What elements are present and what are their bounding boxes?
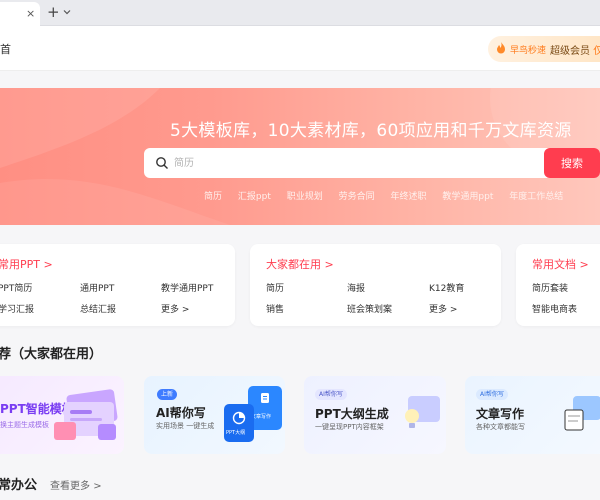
category-card-common-ppt: 常用PPT > PPT简历 通用PPT 教学通用PPT 学习汇报 总结汇报 更多… <box>0 244 235 326</box>
category-item[interactable]: 简历 <box>266 281 284 294</box>
ai-badge: AI帮你写 <box>315 389 347 400</box>
hot-tag[interactable]: 职业规划 <box>287 192 323 202</box>
feature-card-ppt-template[interactable]: PPT智能模板 换主题生成模板 <box>0 376 124 454</box>
chevron-right-icon: > <box>181 305 190 315</box>
hero-banner: 5大模板库，10大素材库，60项应用和千万文库资源 搜索 简历 汇报ppt 职业… <box>0 88 600 225</box>
hot-tag[interactable]: 汇报ppt <box>238 192 271 202</box>
chevron-right-icon: > <box>43 258 53 271</box>
browser-tab[interactable]: × <box>0 2 40 26</box>
category-title: 常用PPT <box>0 258 40 271</box>
chevron-right-icon: > <box>324 258 334 271</box>
site-header: 首 早鸟秒速 超级会员 仅9 <box>0 26 600 71</box>
category-card-popular: 大家都在用 > 简历 海报 K12教育 销售 班会策划案 更多 > <box>250 244 501 326</box>
feature-subtitle: 各种文章都能写 <box>476 423 525 431</box>
search-box: 搜索 <box>144 148 600 178</box>
category-title-link[interactable]: 大家都在用 > <box>266 256 334 272</box>
category-item[interactable]: 班会策划案 <box>347 302 392 315</box>
feature-card-article-writing[interactable]: AI帮你写 文章写作 各种文章都能写 <box>465 376 600 454</box>
feature-card-ai-write[interactable]: 上新 AI帮你写 实用场景 一键生成 文章写作 PPT大纲 <box>144 376 285 454</box>
hot-tag[interactable]: 教学通用ppt <box>442 192 493 202</box>
more-label: 更多 <box>161 305 180 315</box>
category-item[interactable]: 海报 <box>347 281 365 294</box>
category-item[interactable]: 总结汇报 <box>80 302 116 315</box>
search-icon <box>156 157 168 169</box>
hot-tag[interactable]: 劳务合同 <box>339 192 375 202</box>
category-item[interactable]: 销售 <box>266 302 284 315</box>
vip-promo-button[interactable]: 早鸟秒速 超级会员 仅9 <box>488 36 600 62</box>
category-card-common-docs: 常用文档 > 简历套装 智能电商表 <box>516 244 600 326</box>
feature-subtitle: 一键呈现PPT内容框架 <box>315 423 384 431</box>
hero-title: 5大模板库，10大素材库，60项应用和千万文库资源 <box>170 121 572 141</box>
doc-tile-label: 文章写作 <box>251 414 272 420</box>
nav-home-link[interactable]: 首 <box>0 41 11 57</box>
category-item[interactable]: K12教育 <box>429 281 464 294</box>
chevron-right-icon: > <box>449 305 458 315</box>
feature-title: PPT大纲生成 <box>315 407 389 421</box>
hot-tag[interactable]: 年终述职 <box>391 192 427 202</box>
category-item[interactable]: 学习汇报 <box>0 302 34 315</box>
notebook-icon <box>564 396 600 431</box>
category-title-link[interactable]: 常用文档 > <box>532 256 589 272</box>
feature-title: 文章写作 <box>476 407 525 421</box>
see-more-link[interactable]: 查看更多 > <box>50 477 102 492</box>
new-tab-icon[interactable]: + <box>47 3 60 21</box>
ai-badge: AI帮你写 <box>476 389 508 400</box>
category-title: 常用文档 <box>532 258 576 271</box>
more-label: 更多 <box>429 305 448 315</box>
vip-label: 超级会员 仅9 <box>550 42 600 57</box>
document-icon <box>261 393 269 403</box>
vip-label-text: 超级会员 <box>550 46 590 57</box>
feature-subtitle: 实用场景 一键生成 <box>156 422 215 430</box>
feature-card-ppt-outline[interactable]: AI帮你写 PPT大纲生成 一键呈现PPT内容框架 <box>304 376 446 454</box>
vip-price: 仅9 <box>593 46 600 57</box>
tab-close-icon[interactable]: × <box>26 7 35 20</box>
new-badge: 上新 <box>157 389 178 400</box>
search-button[interactable]: 搜索 <box>544 148 600 178</box>
tab-list-chevron-icon[interactable] <box>62 7 72 17</box>
category-item[interactable]: 通用PPT <box>80 281 114 294</box>
hot-search-tags: 简历 汇报ppt 职业规划 劳务合同 年终述职 教学通用ppt 年度工作总结 <box>204 189 576 202</box>
ppt-tile-label: PPT大纲 <box>226 430 246 436</box>
lightbulb-icon <box>405 396 440 428</box>
category-title-link[interactable]: 常用PPT > <box>0 256 53 272</box>
category-item[interactable]: 智能电商表 <box>532 302 577 315</box>
feature-subtitle: 换主题生成模板 <box>0 421 49 429</box>
ppt-tile: PPT大纲 <box>224 404 254 442</box>
hot-tag[interactable]: 年度工作总结 <box>509 192 563 202</box>
ppt-slides-illustration <box>54 389 118 440</box>
chart-pie-icon <box>232 411 246 425</box>
vip-early-bird-tag: 早鸟秒速 <box>510 46 547 56</box>
chevron-right-icon: > <box>579 258 589 271</box>
app-root: × + 首 早鸟秒速 超级会员 仅9 5大模板库，10大素材库，60项应用和千万… <box>0 0 600 500</box>
category-more-link[interactable]: 更多 > <box>161 302 189 315</box>
section-title-office: 常办公 <box>0 478 38 493</box>
feature-title: AI帮你写 <box>156 406 206 420</box>
search-input[interactable] <box>174 153 534 173</box>
see-more-label: 查看更多 <box>50 481 90 492</box>
category-more-link[interactable]: 更多 > <box>429 302 457 315</box>
chevron-right-icon: > <box>93 481 102 492</box>
fire-icon <box>497 42 505 54</box>
category-item[interactable]: 教学通用PPT <box>161 281 213 294</box>
category-item[interactable]: PPT简历 <box>0 281 32 294</box>
browser-tab-strip: × + <box>0 0 600 26</box>
category-item[interactable]: 简历套装 <box>532 281 568 294</box>
hot-tag[interactable]: 简历 <box>204 192 222 202</box>
category-title: 大家都在用 <box>266 258 321 271</box>
section-title-recommend: 荐（大家都在用） <box>0 347 103 362</box>
